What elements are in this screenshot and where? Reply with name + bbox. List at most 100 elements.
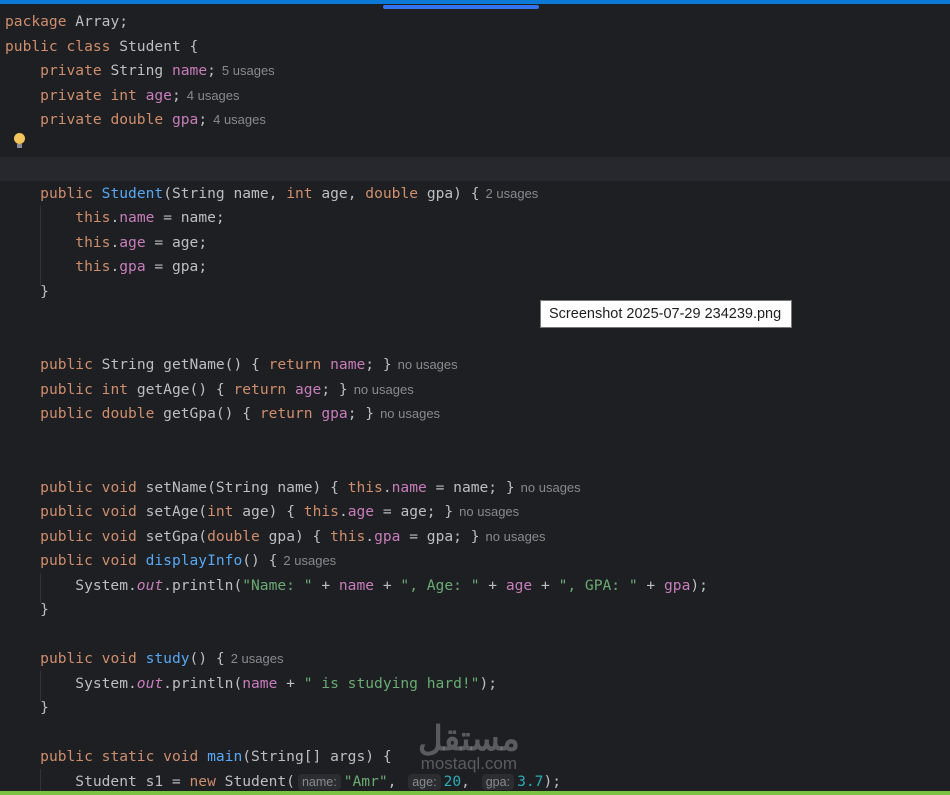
keyword: public class: [5, 37, 120, 55]
keyword: public void: [40, 503, 146, 520]
code-text: System.: [5, 674, 137, 692]
code-line[interactable]: public void displayInfo() {2 usages: [5, 549, 708, 574]
usages-hint[interactable]: 2 usages: [283, 553, 336, 568]
code-line[interactable]: [5, 427, 708, 452]
code-line[interactable]: public void setName(String name) { this.…: [5, 476, 708, 501]
code-text: (String[] args) {: [242, 748, 392, 765]
code-line[interactable]: public void setAge(int age) { this.age =…: [5, 500, 708, 525]
usages-hint[interactable]: no usages: [521, 480, 581, 495]
code-text: ;: [207, 62, 216, 79]
code-text: setName(String name) {: [145, 478, 348, 496]
code-line[interactable]: this.age = age;: [5, 231, 708, 256]
horizontal-scrollbar[interactable]: [383, 5, 539, 9]
code-text: .println(: [163, 674, 243, 692]
code-line[interactable]: public int getAge() { return age; } no us…: [5, 378, 708, 403]
usages-hint[interactable]: 2 usages: [231, 651, 284, 666]
code-text: ,: [387, 772, 406, 790]
code-text: +: [532, 576, 559, 594]
code-line[interactable]: public void setGpa(double gpa) { this.gp…: [5, 525, 708, 550]
code-text: gpa) {: [268, 527, 331, 545]
code-line[interactable]: private double gpa; 4 usages: [5, 108, 708, 133]
keyword: double: [207, 527, 269, 545]
code-text: );: [479, 674, 498, 692]
code-line[interactable]: [5, 329, 708, 354]
code-text: .: [110, 209, 120, 226]
watermark-logo: مستقل mostaql.com: [418, 722, 520, 772]
code-line[interactable]: [5, 623, 708, 648]
code-line[interactable]: System.out.println(name + " is studying …: [5, 672, 708, 697]
field-name: age: [505, 576, 533, 594]
code-text: .: [338, 503, 348, 520]
code-line[interactable]: [5, 721, 708, 746]
code-text: Student {: [119, 37, 199, 55]
code-text: ; }: [321, 380, 348, 398]
method-name: Student: [101, 184, 164, 202]
code-line[interactable]: [5, 133, 708, 158]
usages-hint[interactable]: no usages: [380, 406, 440, 421]
keyword: return: [233, 380, 295, 398]
code-line[interactable]: [5, 157, 708, 182]
code-line[interactable]: }: [5, 696, 708, 721]
usages-hint[interactable]: 2 usages: [486, 186, 539, 201]
keyword: return: [268, 356, 331, 373]
code-text: .: [365, 527, 375, 545]
usages-hint[interactable]: no usages: [459, 504, 519, 519]
keyword: this: [330, 527, 366, 545]
method-name: displayInfo: [145, 552, 243, 569]
code-line[interactable]: this.name = name;: [5, 206, 708, 231]
code-text: = age; }: [374, 503, 454, 520]
parameter-hint: age:: [408, 773, 441, 790]
file-tooltip: Screenshot 2025-07-29 234239.png: [540, 300, 792, 328]
usages-hint[interactable]: 4 usages: [187, 88, 240, 103]
parameter-hint: name:: [297, 773, 341, 790]
code-text: age,: [321, 184, 366, 202]
field-name: name: [338, 576, 375, 594]
field-name: age: [294, 380, 322, 398]
code-line[interactable]: this.gpa = gpa;: [5, 255, 708, 280]
code-text: ; }: [365, 356, 392, 373]
code-line[interactable]: [5, 451, 708, 476]
code-line[interactable]: public static void main(String[] args) {: [5, 745, 708, 770]
code-line[interactable]: }: [5, 598, 708, 623]
keyword: private: [40, 62, 111, 79]
code-text: = gpa;: [145, 258, 208, 275]
code-line[interactable]: public String getName() { return name; }…: [5, 353, 708, 378]
code-text: );: [543, 772, 562, 790]
keyword: int: [207, 503, 243, 520]
code-line[interactable]: package Array;: [5, 10, 708, 35]
field-name: name: [391, 478, 427, 496]
usages-hint[interactable]: no usages: [354, 382, 414, 397]
keyword: int: [286, 184, 322, 202]
usages-hint[interactable]: no usages: [486, 529, 546, 544]
usages-hint[interactable]: 5 usages: [222, 63, 275, 78]
code-line[interactable]: private String name; 5 usages: [5, 59, 708, 84]
code-line[interactable]: public Student(String name, int age, dou…: [5, 182, 708, 207]
code-line[interactable]: public class Student {: [5, 35, 708, 60]
code-text: String getName() {: [101, 356, 269, 373]
usages-hint[interactable]: 4 usages: [213, 112, 266, 127]
code-editor[interactable]: package Array; public class Student { pri…: [5, 10, 708, 794]
code-line[interactable]: public double getGpa() { return gpa; } no…: [5, 402, 708, 427]
code-text: System.: [5, 576, 137, 594]
watermark-latin: mostaql.com: [420, 754, 518, 773]
keyword: package: [5, 13, 76, 30]
code-text: String: [110, 62, 172, 79]
code-text: ;: [171, 86, 181, 104]
code-line[interactable]: public void study() {2 usages: [5, 647, 708, 672]
code-text: .: [110, 258, 120, 275]
lightbulb-icon[interactable]: [14, 133, 25, 148]
code-text: .: [382, 478, 392, 496]
keyword: public: [40, 356, 102, 373]
code-line[interactable]: System.out.println("Name: " + name + ", …: [5, 574, 708, 599]
code-text: setAge(: [145, 503, 208, 520]
code-text: getGpa() {: [163, 405, 260, 422]
code-text: () {: [242, 552, 278, 569]
usages-hint[interactable]: no usages: [398, 357, 458, 372]
keyword: this: [75, 233, 111, 251]
code-line[interactable]: private int age; 4 usages: [5, 84, 708, 109]
